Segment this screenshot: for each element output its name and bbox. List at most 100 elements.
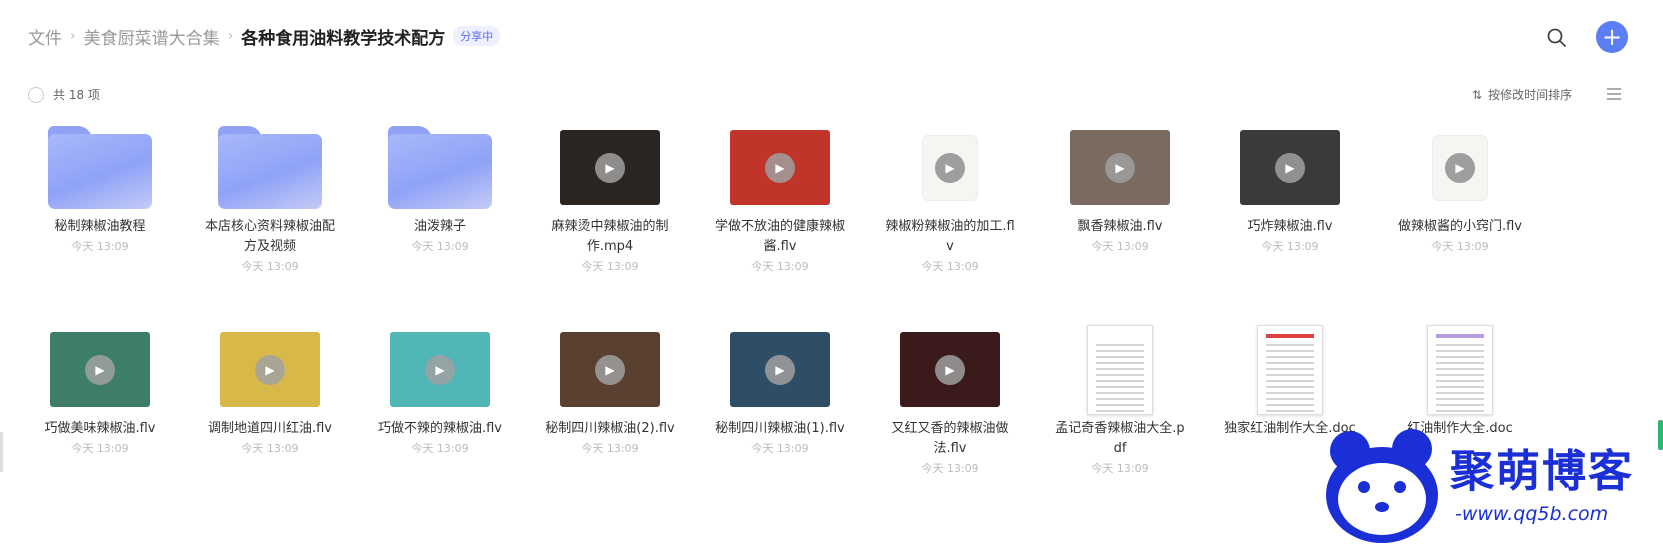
file-item[interactable]: ▶ 飘香辣椒油.flv 今天 13:09 [1045,120,1195,257]
file-date: 今天 13:09 [1431,240,1489,253]
scrollbar[interactable] [1658,420,1663,450]
file-name: 油泼辣子 [413,219,466,234]
file-date: 今天 13:09 [921,462,979,475]
play-icon: ▶ [1105,152,1135,183]
file-name: 红油制作大全.doc [1407,421,1513,436]
document-icon [1427,324,1493,415]
file-date: 今天 13:09 [1261,240,1319,253]
file-name: 学做不放油的健康辣椒酱.flv [714,219,845,254]
document-icon [1087,324,1153,415]
file-date: 今天 13:09 [1091,240,1149,253]
file-item[interactable]: ▶ 巧做美味辣椒油.flv 今天 13:09 [25,322,175,459]
file-date: 今天 13:09 [71,240,129,253]
file-thumbnail: ▶ [705,322,855,417]
file-name: 本店核心资料辣椒油配方及视频 [204,219,335,254]
document-icon [1257,324,1323,415]
file-item[interactable]: 红油制作大全.doc [1385,322,1535,439]
file-thumbnail: ▶ [1215,120,1365,215]
video-thumbnail: ▶ [900,332,1000,407]
play-icon: ▶ [595,152,625,183]
file-date: 今天 13:09 [581,442,639,455]
file-thumbnail: ▶ [875,120,1025,215]
file-thumbnail [365,120,515,215]
file-name: 麻辣烫中辣椒油的制作.mp4 [551,219,669,254]
video-thumbnail: ▶ [560,130,660,205]
file-date: 今天 13:09 [71,442,129,455]
play-icon: ▶ [85,354,115,385]
folder-item[interactable]: 本店核心资料辣椒油配方及视频今天 13:09 [195,120,345,277]
file-thumbnail: ▶ [705,120,855,215]
file-thumbnail [25,120,175,215]
video-thumbnail: ▶ [1070,130,1170,205]
file-name: 孟记奇香辣椒油大全.pdf [1055,421,1185,456]
file-date: 今天 13:09 [751,260,809,273]
video-thumbnail: ▶ [730,332,830,407]
file-thumbnail: ▶ [535,322,685,417]
file-name: 调制地道四川红油.flv [207,421,332,436]
play-icon: ▶ [1445,152,1475,183]
file-name: 又红又香的辣椒油做法.flv [891,421,1009,456]
file-name: 飘香辣椒油.flv [1077,219,1163,234]
file-name: 秘制四川辣椒油(1).flv [715,421,845,436]
file-item[interactable]: ▶ 秘制四川辣椒油(2).flv 今天 13:09 [535,322,685,459]
file-date: 今天 13:09 [241,260,299,273]
play-icon: ▶ [765,354,795,385]
file-item[interactable]: ▶ 秘制四川辣椒油(1).flv 今天 13:09 [705,322,855,459]
video-thumbnail: ▶ [390,332,490,407]
video-thumbnail: ▶ [730,130,830,205]
play-icon: ▶ [595,354,625,385]
file-date: 今天 13:09 [751,442,809,455]
file-thumbnail: ▶ [875,322,1025,417]
video-thumbnail: ▶ [220,332,320,407]
folder-icon [388,126,492,209]
file-name: 巧做不辣的辣椒油.flv [377,421,502,436]
side-handle[interactable] [0,432,3,472]
file-item[interactable]: ▶ 做辣椒酱的小窍门.flv 今天 13:09 [1385,120,1535,257]
file-thumbnail: ▶ [535,120,685,215]
file-grid: 秘制辣椒油教程 今天 13:09 本店核心资料辣椒油配方及视频 今天 13:09 油泼辣… [0,0,1663,547]
file-date: 今天 13:09 [581,260,639,273]
file-item[interactable]: ▶ 辣椒粉辣椒油的加工.flv 今天 13:09 [875,120,1025,277]
file-thumbnail: ▶ [1045,120,1195,215]
file-item[interactable]: ▶ 麻辣烫中辣椒油的制作.mp4 今天 13:09 [535,120,685,277]
video-file-icon: ▶ [922,134,978,201]
file-name: 秘制四川辣椒油(2).flv [545,421,675,436]
play-icon: ▶ [935,152,965,183]
play-icon: ▶ [1275,152,1305,183]
play-icon: ▶ [255,354,285,385]
file-thumbnail [1045,322,1195,417]
file-name: 秘制辣椒油教程 [54,219,146,234]
file-date: 今天 13:09 [411,240,469,253]
folder-icon [218,126,322,209]
play-icon: ▶ [765,152,795,183]
file-thumbnail: ▶ [1385,120,1535,215]
file-item[interactable]: ▶ 巧炸辣椒油.flv 今天 13:09 [1215,120,1365,257]
file-thumbnail: ▶ [365,322,515,417]
video-thumbnail: ▶ [1240,130,1340,205]
file-name: 独家红油制作大全.doc [1224,421,1356,436]
file-date: 今天 13:09 [1091,462,1149,475]
video-thumbnail: ▶ [560,332,660,407]
folder-item[interactable]: 秘制辣椒油教程 今天 13:09 [25,120,175,257]
file-thumbnail [195,120,345,215]
file-item[interactable]: ▶ 调制地道四川红油.flv 今天 13:09 [195,322,345,459]
file-thumbnail: ▶ [195,322,345,417]
folder-icon [48,126,152,209]
file-name: 辣椒粉辣椒油的加工.flv [885,219,1015,254]
file-name: 巧做美味辣椒油.flv [44,421,156,436]
video-file-icon: ▶ [1432,134,1488,201]
file-item[interactable]: ▶ 又红又香的辣椒油做法.flv 今天 13:09 [875,322,1025,479]
file-thumbnail [1385,322,1535,417]
play-icon: ▶ [425,354,455,385]
file-thumbnail [1215,322,1365,417]
folder-item[interactable]: 油泼辣子今天 13:09 [365,120,515,257]
play-icon: ▶ [935,354,965,385]
file-item[interactable]: ▶ 巧做不辣的辣椒油.flv 今天 13:09 [365,322,515,459]
file-item[interactable]: ▶ 学做不放油的健康辣椒酱.flv 今天 13:09 [705,120,855,277]
file-thumbnail: ▶ [25,322,175,417]
file-name: 巧炸辣椒油.flv [1247,219,1333,234]
file-date: 今天 13:09 [921,260,979,273]
file-item[interactable]: 独家红油制作大全.doc [1215,322,1365,439]
file-date: 今天 13:09 [411,442,469,455]
file-item[interactable]: 孟记奇香辣椒油大全.pdf 今天 13:09 [1045,322,1195,479]
